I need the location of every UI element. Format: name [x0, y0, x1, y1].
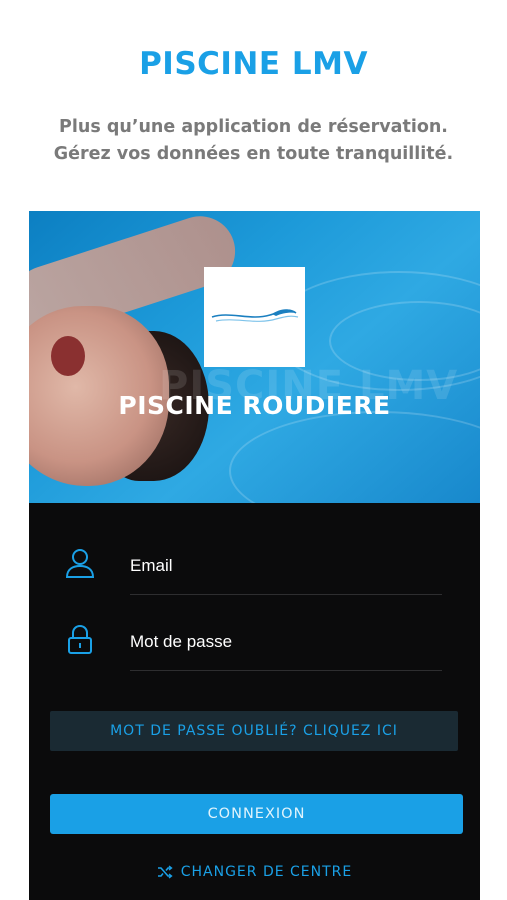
forgot-password-button[interactable]: MOT DE PASSE OUBLIÉ? CLIQUEZ ICI	[50, 711, 458, 751]
password-underline	[130, 670, 442, 671]
tagline-line-2: Gérez vos données en toute tranquillité.	[53, 144, 454, 164]
change-center-label: CHANGER DE CENTRE	[180, 864, 353, 880]
tagline: Plus qu’une application de réservation. …	[0, 114, 507, 168]
wave-logo-icon	[211, 309, 299, 322]
hero-banner: PISCINE LMV PISCINE ROUDIERE	[29, 211, 480, 503]
app-title: PISCINE LMV	[139, 46, 368, 82]
login-button[interactable]: CONNEXION	[50, 794, 463, 834]
user-icon	[65, 549, 95, 578]
login-card: PISCINE LMV PISCINE ROUDIERE Email Mot d…	[29, 211, 480, 900]
email-underline	[130, 594, 442, 595]
change-center-link[interactable]: CHANGER DE CENTRE	[29, 861, 480, 883]
email-label: Email	[130, 556, 173, 575]
password-label: Mot de passe	[130, 632, 233, 651]
tagline-line-1: Plus qu’une application de réservation.	[59, 117, 448, 137]
center-logo	[204, 267, 305, 367]
email-field[interactable]: Email	[29, 548, 480, 608]
shuffle-icon	[157, 865, 173, 879]
center-name: PISCINE ROUDIERE	[118, 391, 391, 420]
password-field[interactable]: Mot de passe	[29, 624, 480, 684]
swimmer-photo-mouth	[51, 336, 85, 376]
lock-icon	[68, 624, 92, 654]
